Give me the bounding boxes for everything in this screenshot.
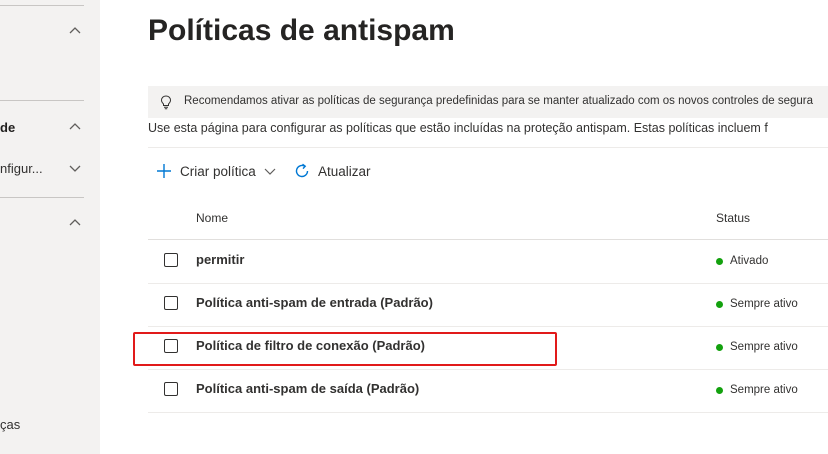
status-cell: Sempre ativo: [716, 341, 798, 353]
status-dot-icon: [716, 386, 723, 394]
nav-divider: [0, 5, 84, 6]
row-checkbox[interactable]: [164, 382, 178, 396]
create-policy-button[interactable]: Criar política: [156, 160, 276, 182]
status-dot-icon: [716, 300, 723, 308]
status-cell: Ativado: [716, 255, 768, 267]
status-text: Sempre ativo: [730, 341, 798, 353]
column-header-status[interactable]: Status: [716, 211, 750, 225]
banner-text: Recomendamos ativar as políticas de segu…: [184, 95, 814, 107]
plus-icon: [156, 163, 172, 179]
policy-name[interactable]: Política anti-spam de entrada (Padrão): [196, 295, 433, 310]
status-cell: Sempre ativo: [716, 298, 798, 310]
row-checkbox[interactable]: [164, 253, 178, 267]
status-text: Sempre ativo: [730, 384, 798, 396]
chevron-up-icon[interactable]: [68, 26, 82, 36]
refresh-label: Atualizar: [318, 163, 371, 179]
create-policy-label: Criar política: [180, 163, 256, 179]
status-text: Sempre ativo: [730, 298, 798, 310]
nav-item-configure[interactable]: nfigur...: [0, 161, 43, 176]
lightbulb-icon: [158, 94, 174, 110]
toolbar-divider: [148, 147, 828, 148]
recommendation-banner: Recomendamos ativar as políticas de segu…: [148, 86, 828, 118]
refresh-icon: [293, 162, 311, 180]
status-dot-icon: [716, 343, 723, 351]
row-checkbox[interactable]: [164, 296, 178, 310]
status-cell: Sempre ativo: [716, 384, 798, 396]
refresh-button[interactable]: Atualizar: [293, 160, 371, 182]
nav-divider: [0, 197, 84, 198]
nav-divider: [0, 100, 84, 101]
nav-section-label[interactable]: de: [0, 120, 15, 135]
page-title: Políticas de antispam: [148, 14, 455, 47]
row-checkbox[interactable]: [164, 339, 178, 353]
chevron-down-icon: [264, 167, 276, 175]
page-description: Use esta página para configurar as polít…: [148, 121, 768, 135]
policy-name[interactable]: Política de filtro de conexão (Padrão): [196, 338, 425, 353]
table-row[interactable]: Política de filtro de conexão (Padrão) S…: [148, 326, 828, 370]
chevron-up-icon[interactable]: [68, 122, 82, 132]
left-navigation: de nfigur... ças: [0, 0, 100, 454]
chevron-up-icon[interactable]: [68, 218, 82, 228]
main-content: Políticas de antispam Recomendamos ativa…: [100, 0, 828, 454]
status-text: Ativado: [730, 255, 769, 267]
status-dot-icon: [716, 257, 723, 265]
policy-name[interactable]: Política anti-spam de saída (Padrão): [196, 381, 419, 396]
table-row[interactable]: Política anti-spam de entrada (Padrão) S…: [148, 283, 828, 327]
nav-item-bottom[interactable]: ças: [0, 417, 20, 432]
column-header-name[interactable]: Nome: [196, 211, 228, 225]
chevron-down-icon[interactable]: [68, 163, 82, 173]
table-row[interactable]: Política anti-spam de saída (Padrão) Sem…: [148, 369, 828, 413]
policy-name[interactable]: permitir: [196, 252, 244, 267]
table-row[interactable]: permitir Ativado: [148, 240, 828, 284]
